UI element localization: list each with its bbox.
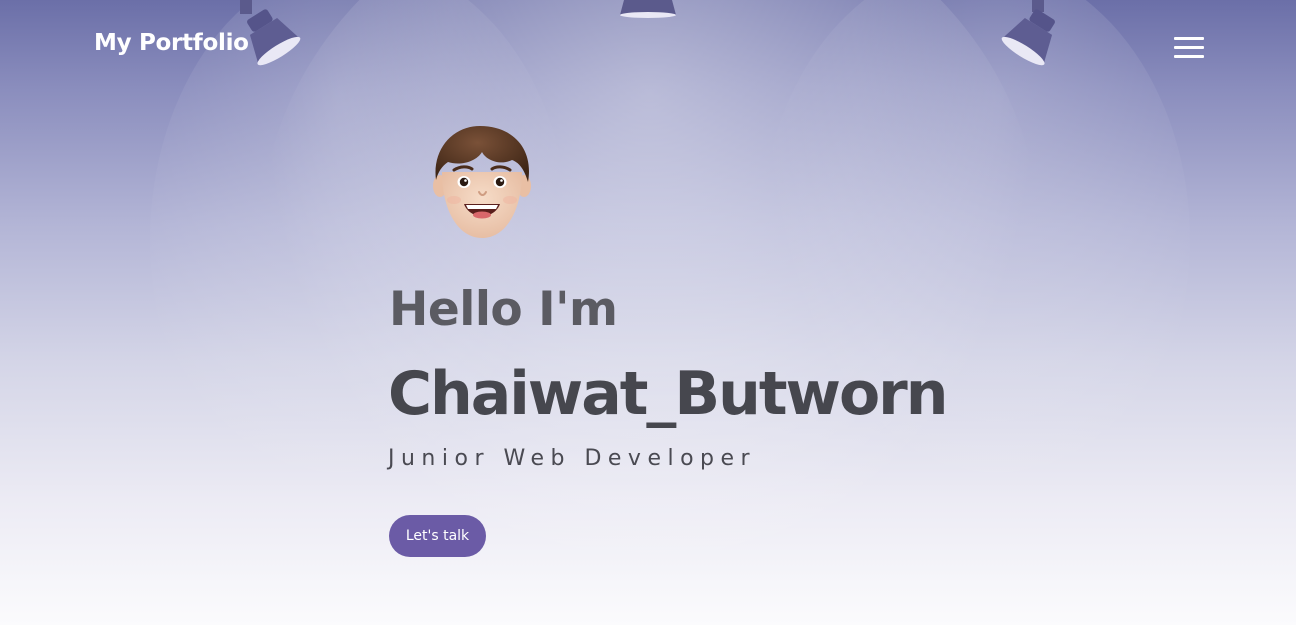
hero-role: Junior Web Developer: [388, 446, 757, 471]
brand-logo-link[interactable]: My Portfolio: [94, 30, 249, 56]
navbar: My Portfolio: [0, 0, 1296, 96]
hero-name: Chaiwat_Butworn: [388, 359, 948, 429]
hero-greeting: Hello I'm: [389, 282, 618, 337]
lets-talk-button[interactable]: Let's talk: [389, 515, 486, 557]
memoji-avatar-icon: [433, 126, 531, 238]
hamburger-line: [1174, 37, 1204, 40]
hamburger-line: [1174, 55, 1204, 58]
hamburger-menu-icon[interactable]: [1172, 34, 1206, 62]
hamburger-line: [1174, 46, 1204, 49]
